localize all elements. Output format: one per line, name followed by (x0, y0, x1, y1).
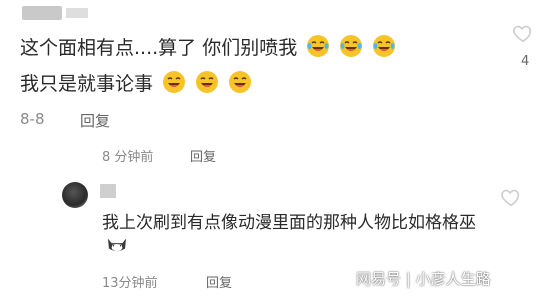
grinning-emoji (229, 71, 252, 93)
reply-button[interactable]: 回复 (190, 146, 216, 165)
reply-comment-text: 我上次刷到有点像动漫里面的那种人物比如格格巫 (102, 212, 482, 256)
cat-emoji (108, 238, 126, 252)
comment-text-line-2: 我只是就事论事 (20, 70, 252, 96)
comment-text: 我只是就事论事 (20, 73, 154, 95)
commenter-name-redacted-part (66, 8, 88, 18)
comment-text: 这个面相有点....算了 你们别喷我 (20, 37, 298, 59)
laughing-tears-emoji (340, 35, 363, 57)
comment-date: 8-8 (20, 110, 45, 128)
commenter-name-redacted (22, 6, 62, 20)
reply-button[interactable]: 回复 (206, 272, 232, 291)
reply-time: 13分钟前 (102, 276, 158, 291)
reply-commenter-name-redacted (100, 184, 116, 198)
grinning-emoji (196, 71, 219, 93)
grinning-emoji (163, 71, 186, 93)
reply-button[interactable]: 回复 (80, 110, 110, 131)
laughing-tears-emoji (307, 35, 330, 57)
avatar[interactable] (62, 182, 88, 208)
sub-comment-time: 8 分钟前 (102, 150, 154, 165)
laughing-tears-emoji (373, 35, 396, 57)
heart-icon[interactable] (512, 22, 534, 44)
comment-text-line-1: 这个面相有点....算了 你们别喷我 (20, 34, 396, 60)
heart-icon[interactable] (500, 186, 522, 208)
reply-text: 我上次刷到有点像动漫里面的那种人物比如格格巫 (102, 213, 476, 233)
like-count: 4 (521, 54, 530, 69)
watermark: 网易号 | 小彦人生路 (356, 270, 491, 288)
